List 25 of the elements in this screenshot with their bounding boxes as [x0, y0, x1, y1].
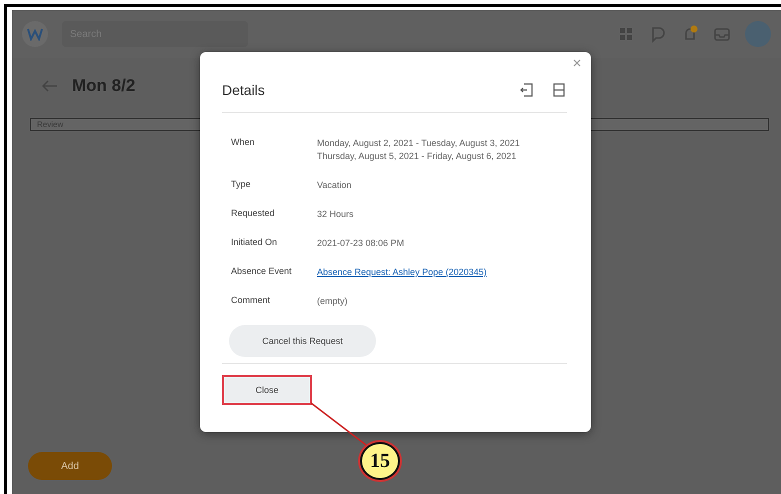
- inbox-icon[interactable]: [713, 25, 731, 43]
- print-icon[interactable]: [551, 82, 567, 98]
- absence-event-link[interactable]: Absence Request: Ashley Pope (2020345): [317, 266, 567, 279]
- field-value: (empty): [317, 295, 349, 308]
- field-label: Absence Event: [231, 266, 293, 278]
- field-label: Type: [231, 179, 252, 191]
- add-button[interactable]: Add: [28, 452, 112, 480]
- field-value: Vacation: [317, 179, 352, 192]
- cancel-request-button[interactable]: Cancel this Request: [229, 325, 376, 357]
- field-value: 32 Hours: [317, 208, 355, 221]
- field-label: Initiated On: [231, 237, 278, 249]
- apps-grid-icon[interactable]: [617, 25, 635, 43]
- close-button[interactable]: Close: [222, 375, 312, 405]
- app-logo-icon[interactable]: [22, 21, 48, 47]
- dialog-title: Details: [222, 82, 266, 98]
- field-label: When: [231, 137, 256, 149]
- field-value: Monday, August 2, 2021 - Tuesday, August 3, 2021 Thursday, August 5, 2021 - Friday, August 6, 2021: [317, 137, 521, 163]
- page-title: Mon 8/2: [72, 76, 136, 96]
- export-icon[interactable]: [519, 82, 535, 98]
- field-value: 2021-07-23 08:06 PM: [317, 237, 406, 250]
- field-label: Requested: [231, 208, 276, 220]
- chat-bubble-icon[interactable]: [649, 25, 667, 43]
- back-arrow-icon[interactable]: [42, 80, 58, 92]
- step-number-badge: 15: [360, 442, 400, 480]
- field-label: Comment: [231, 295, 272, 307]
